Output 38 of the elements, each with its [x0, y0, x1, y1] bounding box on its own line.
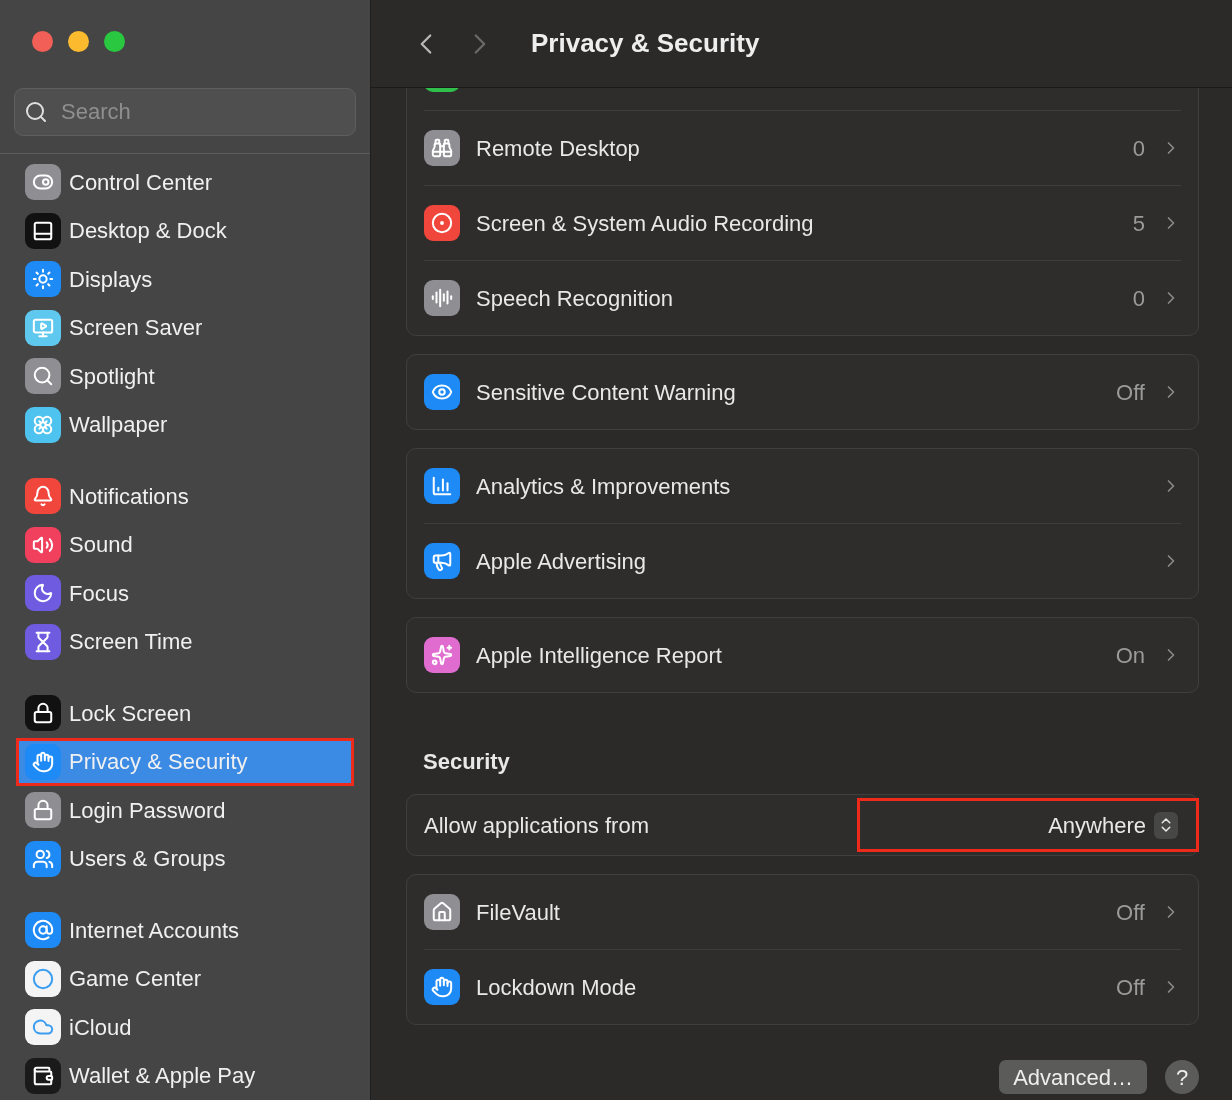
sidebar-item[interactable]: Spotlight [16, 352, 354, 401]
sidebar-item[interactable]: Sound [16, 520, 354, 569]
settings-row[interactable]: Apple Intelligence Report On [424, 618, 1181, 692]
sidebar-item[interactable]: Login Password [16, 786, 354, 835]
window-title: Privacy & Security [531, 27, 760, 60]
sidebar-item[interactable]: Displays [16, 255, 354, 304]
sidebar-item[interactable]: Wallet & Apple Pay [16, 1051, 354, 1100]
stepper-icon [1154, 811, 1178, 839]
sidebar-item[interactable]: Focus [16, 569, 354, 618]
sidebar-item[interactable]: Users & Groups [16, 834, 354, 883]
row-label: Allow applications from [424, 811, 650, 840]
sidebar-item[interactable]: Wallpaper [16, 400, 354, 449]
settings-row[interactable]: Lockdown Mode Off [424, 950, 1181, 1024]
settings-row[interactable]: Sensitive Content Warning Off [424, 355, 1181, 429]
minimize-window-button[interactable] [68, 31, 89, 52]
settings-row[interactable]: Apple Advertising [424, 524, 1181, 598]
popup-button[interactable]: Anywhere [857, 798, 1199, 852]
help-button[interactable]: ? [1165, 1060, 1199, 1094]
sidebar-item[interactable]: iCloud [16, 1003, 354, 1052]
search-icon [24, 100, 48, 124]
sidebar-item[interactable]: Game Center [16, 954, 354, 1003]
settings-row[interactable]: Speech Recognition 0 [424, 261, 1181, 335]
sidebar-item[interactable]: Notifications [16, 472, 354, 521]
zoom-window-button[interactable] [104, 31, 125, 52]
sidebar-item[interactable]: Lock Screen [16, 689, 354, 738]
settings-row[interactable]: Remote Desktop 0 [424, 111, 1181, 185]
close-window-button[interactable] [32, 31, 53, 52]
section-title: Security [423, 748, 511, 776]
advanced-button[interactable]: Advanced… [999, 1060, 1147, 1094]
settings-row[interactable]: FileVault Off [424, 875, 1181, 949]
search-field[interactable]: Search [14, 88, 356, 136]
sidebar-item[interactable]: Screen Time [16, 617, 354, 666]
settings-row[interactable]: Screen & System Audio Recording 5 [424, 186, 1181, 260]
sidebar-item[interactable]: Screen Saver [16, 303, 354, 352]
sidebar-item[interactable]: Internet Accounts [16, 906, 354, 955]
sidebar-item[interactable]: Desktop & Dock [16, 206, 354, 255]
sidebar-item[interactable]: Control Center [16, 158, 354, 207]
settings-row[interactable]: Analytics & Improvements [424, 449, 1181, 523]
